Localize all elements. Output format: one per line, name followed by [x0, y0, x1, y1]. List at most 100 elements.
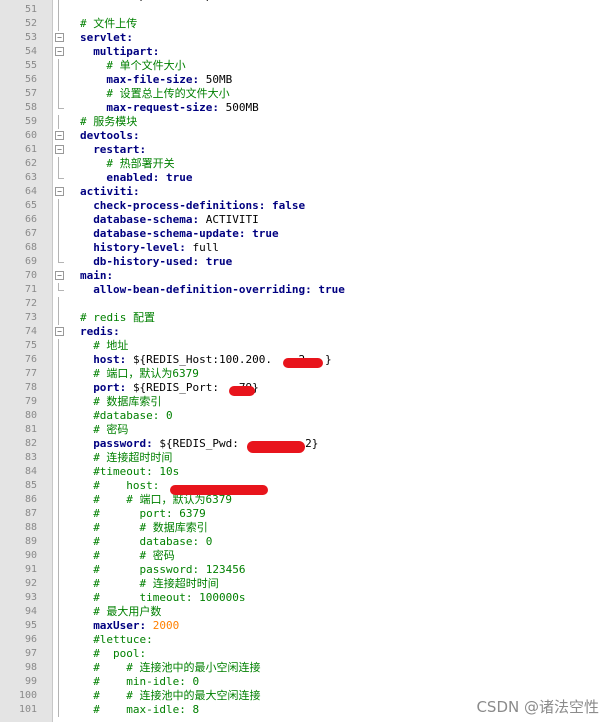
code-line[interactable]: 65 check-process-definitions: false	[0, 199, 611, 213]
code-line[interactable]: 51	[0, 3, 611, 17]
comment-token: # 密码	[93, 423, 129, 436]
fold-guide-line	[58, 423, 59, 437]
line-number: 89	[24, 536, 37, 547]
key-token: maxUser:	[93, 619, 153, 632]
code-line[interactable]: 80 #database: 0	[0, 409, 611, 423]
code-line[interactable]: 69 db-history-used: true	[0, 255, 611, 269]
line-number: 76	[24, 354, 37, 365]
code-line[interactable]: 60 − devtools:	[0, 129, 611, 143]
comment-token: # host:	[93, 479, 160, 492]
code-text: # 端口，默认为6379	[80, 367, 199, 381]
line-number: 78	[24, 382, 37, 393]
code-text: # 连接超时时间	[80, 451, 172, 465]
code-line[interactable]: 89 # database: 0	[0, 535, 611, 549]
fold-toggle-icon[interactable]: −	[55, 131, 64, 140]
code-line[interactable]: 83 # 连接超时时间	[0, 451, 611, 465]
code-line[interactable]: 64 − activiti:	[0, 185, 611, 199]
fold-guide-line	[58, 213, 59, 227]
code-line[interactable]: 54 − multipart:	[0, 45, 611, 59]
line-number: 101	[18, 704, 37, 715]
fold-toggle-icon[interactable]: −	[55, 145, 64, 154]
value-token: full	[192, 241, 220, 254]
comment-token: # # 密码	[93, 549, 175, 562]
code-line[interactable]: 86 # # 端口，默认为6379	[0, 493, 611, 507]
comment-token: # max-idle: 8	[93, 703, 200, 716]
fold-toggle-icon[interactable]: −	[55, 33, 64, 42]
code-line[interactable]: 68 history-level: full	[0, 241, 611, 255]
code-line[interactable]: 63 enabled: true	[0, 171, 611, 185]
code-line[interactable]: 95 maxUser: 2000	[0, 619, 611, 633]
code-line[interactable]: 58 max-request-size: 500MB	[0, 101, 611, 115]
fold-guide-line	[58, 577, 59, 591]
fold-guide-line	[58, 339, 59, 353]
line-number: 58	[24, 102, 37, 113]
code-text: # 数据库索引	[80, 395, 161, 409]
code-line[interactable]: 59 # 服务模块	[0, 115, 611, 129]
code-text: # timeout: 100000s	[80, 591, 245, 605]
fold-toggle-icon[interactable]: −	[55, 327, 64, 336]
code-line[interactable]: 97 # pool:	[0, 647, 611, 661]
fold-end-marker	[58, 255, 64, 263]
code-line[interactable]: 79 # 数据库索引	[0, 395, 611, 409]
code-line[interactable]: 70 − main:	[0, 269, 611, 283]
code-line[interactable]: 91 # password: 123456	[0, 563, 611, 577]
code-line[interactable]: 61 − restart:	[0, 143, 611, 157]
code-line[interactable]: 73 # redis 配置	[0, 311, 611, 325]
code-line[interactable]: 67 database-schema-update: true	[0, 227, 611, 241]
key-token: max-file-size:	[106, 73, 206, 86]
code-line[interactable]: 82 password: ${REDIS_Pwd: 2}	[0, 437, 611, 451]
code-text: # # 连接池中的最小空闲连接	[80, 661, 260, 675]
line-number: 71	[24, 284, 37, 295]
value-token: false	[272, 199, 306, 212]
code-line[interactable]: 93 # timeout: 100000s	[0, 591, 611, 605]
code-line[interactable]: 88 # # 数据库索引	[0, 521, 611, 535]
fold-end-marker	[58, 283, 64, 291]
fold-guide-line	[58, 493, 59, 507]
key-token: redis:	[80, 325, 120, 338]
code-line[interactable]: 71 allow-bean-definition-overriding: true	[0, 283, 611, 297]
code-line[interactable]: 77 # 端口，默认为6379	[0, 367, 611, 381]
code-line[interactable]: 92 # # 连接超时时间	[0, 577, 611, 591]
code-line[interactable]: 87 # port: 6379	[0, 507, 611, 521]
value-token: 2000	[152, 619, 180, 632]
code-text: maxUser: 2000	[80, 619, 179, 633]
code-text: # 地址	[80, 339, 128, 353]
code-text: max-request-size: 500MB	[80, 101, 258, 115]
line-number: 51	[24, 4, 37, 15]
code-line[interactable]: 66 database-schema: ACTIVITI	[0, 213, 611, 227]
code-line[interactable]: 85 # host:	[0, 479, 611, 493]
line-number: 98	[24, 662, 37, 673]
code-text: main:	[80, 269, 113, 283]
code-line[interactable]: 75 # 地址	[0, 339, 611, 353]
code-line[interactable]: 53 − servlet:	[0, 31, 611, 45]
code-line[interactable]: 90 # # 密码	[0, 549, 611, 563]
code-line[interactable]: 57 # 设置总上传的文件大小	[0, 87, 611, 101]
code-line[interactable]: 99 # min-idle: 0	[0, 675, 611, 689]
fold-guide-line	[58, 311, 59, 325]
key-token: activiti:	[80, 185, 140, 198]
code-text: # max-idle: 8	[80, 703, 199, 717]
code-line[interactable]: 81 # 密码	[0, 423, 611, 437]
code-line[interactable]: 56 max-file-size: 50MB	[0, 73, 611, 87]
code-line[interactable]: 94 # 最大用户数	[0, 605, 611, 619]
fold-toggle-icon[interactable]: −	[55, 271, 64, 280]
line-number: 86	[24, 494, 37, 505]
code-line[interactable]: 62 # 热部署开关	[0, 157, 611, 171]
code-line[interactable]: 74 − redis:	[0, 325, 611, 339]
line-number: 90	[24, 550, 37, 561]
code-line[interactable]: 55 # 单个文件大小	[0, 59, 611, 73]
code-line[interactable]: 98 # # 连接池中的最小空闲连接	[0, 661, 611, 675]
code-line[interactable]: 84 #timeout: 10s	[0, 465, 611, 479]
code-line[interactable]: 78 port: ${REDIS_Port: 79}	[0, 381, 611, 395]
line-number: 91	[24, 564, 37, 575]
code-editor[interactable]: 50classpath: /templates5152# 文件上传53−serv…	[0, 0, 611, 722]
fold-toggle-icon[interactable]: −	[55, 47, 64, 56]
fold-toggle-icon[interactable]: −	[55, 187, 64, 196]
code-line[interactable]: 52 # 文件上传	[0, 17, 611, 31]
code-line[interactable]: 72	[0, 297, 611, 311]
comment-token: #lettuce:	[93, 633, 153, 646]
fold-guide-line	[58, 367, 59, 381]
fold-guide-line	[58, 563, 59, 577]
code-line[interactable]: 96 #lettuce:	[0, 633, 611, 647]
fold-guide-line	[58, 437, 59, 451]
